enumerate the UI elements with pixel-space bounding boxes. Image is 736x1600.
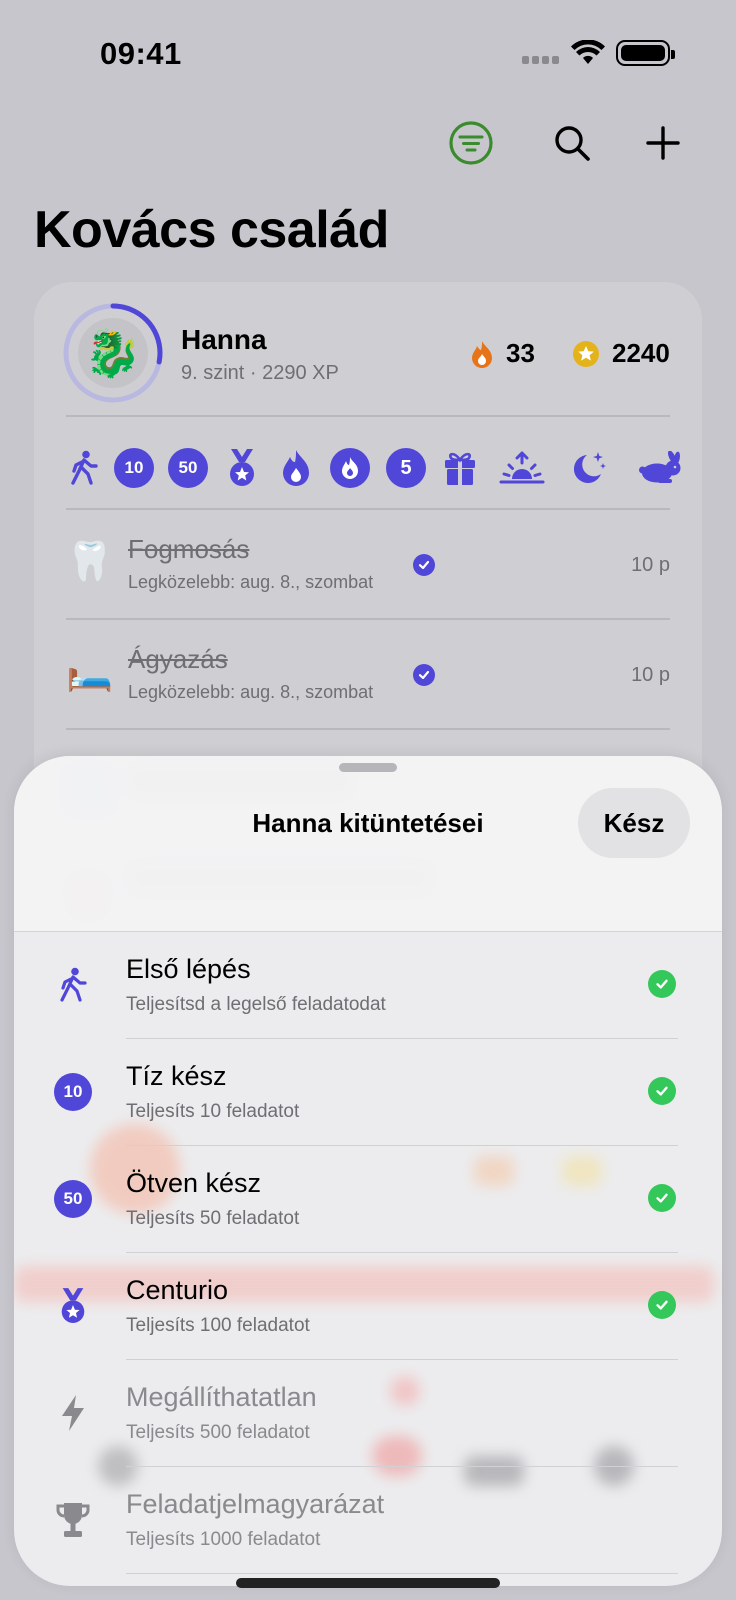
battery-icon [616, 40, 675, 66]
badge-title: Centurio [126, 1275, 229, 1305]
divider [66, 728, 670, 730]
streak-stat: 33 [470, 338, 535, 369]
flame-icon [276, 448, 316, 488]
task-done-check-icon [413, 664, 435, 686]
task-done-check-icon [413, 554, 435, 576]
filter-button[interactable] [438, 110, 504, 176]
member-card[interactable]: 🐉 Hanna 9. szint · 2290 XP 33 2240 10 50… [34, 282, 702, 822]
badge-subtitle: Teljesíts 100 feladatot [126, 1315, 310, 1336]
divider [126, 1572, 678, 1574]
member-level-xp: 9. szint · 2290 XP [181, 362, 339, 384]
rabbit-icon [638, 448, 684, 488]
fifty-badge-icon: 50 [54, 1180, 92, 1218]
bolt-icon [54, 1394, 92, 1432]
task-points: 10 p [631, 664, 670, 686]
cellular-signal-icon [522, 56, 560, 64]
avatar: 🐉 [78, 318, 148, 388]
badge-subtitle: Teljesíts 50 feladatot [126, 1208, 300, 1229]
done-button[interactable]: Kész [578, 788, 690, 858]
walking-icon [54, 966, 92, 1004]
task-row[interactable]: 🛏️ Ágyazás Legközelebb: aug. 8., szombat… [66, 620, 670, 728]
top-toolbar [0, 110, 736, 180]
trophy-icon [54, 1501, 92, 1539]
earned-check-icon [648, 1291, 676, 1319]
status-time: 09:41 [100, 36, 182, 71]
badge-row[interactable]: Első lépés Teljesítsd a legelső feladato… [14, 932, 722, 1039]
task-due: Legközelebb: aug. 8., szombat [128, 682, 374, 702]
filter-circle-icon [449, 121, 493, 165]
page-title: Kovács család [34, 201, 389, 259]
badge-subtitle: Teljesíts 10 feladatot [126, 1101, 300, 1122]
sunrise-icon [496, 448, 548, 488]
badge-title: Első lépés [126, 954, 251, 984]
earned-check-icon [648, 1184, 676, 1212]
sheet-grabber[interactable] [339, 763, 397, 772]
wifi-icon [570, 39, 606, 71]
search-icon [555, 126, 590, 161]
five-badge-icon: 5 [386, 448, 426, 488]
add-button[interactable] [630, 110, 696, 176]
task-name: Fogmosás [128, 534, 250, 564]
ten-badge-icon: 10 [114, 448, 154, 488]
badge-title: Ötven kész [126, 1168, 262, 1198]
task-name: Ágyazás [128, 644, 228, 674]
badge-row[interactable]: Megállíthatatlan Teljesíts 500 feladatot [14, 1360, 722, 1467]
gift-icon [440, 448, 480, 488]
badge-title: Tíz kész [126, 1061, 227, 1091]
badge-subtitle: Teljesíts 500 feladatot [126, 1422, 310, 1443]
points-stat: 2240 [572, 338, 670, 369]
tooth-emoji: 🦷 [66, 541, 114, 583]
badge-title: Feladatjelmagyarázat [126, 1489, 385, 1519]
star-coin-icon [572, 340, 600, 368]
badge-row[interactable]: Feladatjelmagyarázat Teljesíts 1000 fela… [14, 1467, 722, 1574]
divider [66, 415, 670, 417]
moon-stars-icon [568, 448, 608, 488]
flame-circle-icon [330, 448, 370, 488]
earned-check-icon [648, 970, 676, 998]
plus-icon [646, 126, 680, 160]
badge-title: Megállíthatatlan [126, 1382, 317, 1412]
member-name: Hanna [181, 324, 267, 355]
bed-emoji: 🛏️ [66, 651, 114, 693]
medal-icon [54, 1287, 92, 1325]
points-value: 2240 [612, 338, 670, 368]
task-due: Legközelebb: aug. 8., szombat [128, 572, 374, 592]
task-row[interactable]: 🦷 Fogmosás Legközelebb: aug. 8., szombat… [66, 510, 670, 618]
walking-icon [64, 448, 104, 488]
task-points: 10 p [631, 554, 670, 576]
medal-icon [222, 448, 262, 488]
flame-icon [470, 340, 494, 368]
badge-subtitle: Teljesítsd a legelső feladatodat [126, 994, 386, 1015]
badge-row[interactable]: 10 Tíz kész Teljesíts 10 feladatot [14, 1039, 722, 1146]
badge-row[interactable]: Centurio Teljesíts 100 feladatot [14, 1253, 722, 1360]
badges-sheet[interactable]: Hanna kitüntetései Kész Első lépés Telje… [14, 756, 722, 1586]
badge-subtitle: Teljesíts 1000 feladatot [126, 1529, 321, 1550]
earned-check-icon [648, 1077, 676, 1105]
sheet-header: Hanna kitüntetései Kész [14, 756, 722, 932]
badges-row[interactable]: 10 50 5 [64, 442, 681, 494]
search-button[interactable] [539, 110, 605, 176]
fifty-badge-icon: 50 [168, 448, 208, 488]
badge-row[interactable]: 50 Ötven kész Teljesíts 50 feladatot [14, 1146, 722, 1253]
ten-badge-icon: 10 [54, 1073, 92, 1111]
status-bar: 09:41 [0, 0, 736, 110]
home-indicator [236, 1578, 500, 1588]
streak-value: 33 [506, 338, 535, 368]
